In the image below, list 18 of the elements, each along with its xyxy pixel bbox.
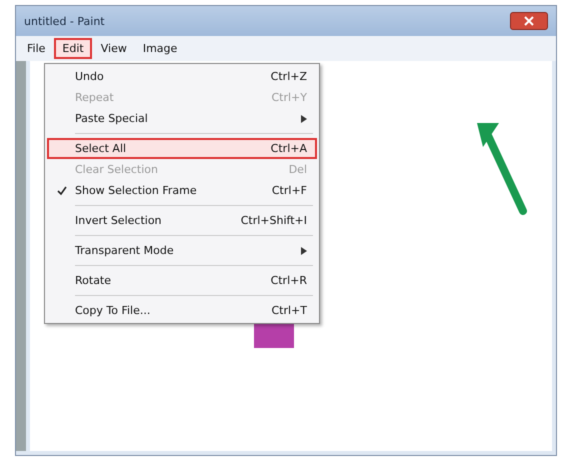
menu-title[interactable]: File — [20, 38, 52, 59]
close-icon — [524, 16, 534, 26]
submenu-arrow-icon — [301, 246, 307, 254]
menu-item[interactable]: Invert Selection Ctrl+Shift+I — [47, 210, 317, 231]
menu-item[interactable]: Rotate Ctrl+R — [47, 270, 317, 291]
menu-item[interactable]: Paste Special — [47, 108, 317, 129]
check-icon — [57, 186, 67, 196]
menu-item[interactable]: Undo Ctrl+Z — [47, 66, 317, 87]
menu-title[interactable]: View — [94, 38, 134, 59]
menu-item[interactable]: Copy To File... Ctrl+T — [47, 300, 317, 321]
menu-title[interactable]: Image — [136, 38, 184, 59]
close-button[interactable] — [510, 12, 548, 30]
menu-item[interactable]: Show Selection Frame Ctrl+F — [47, 180, 317, 201]
menu-title[interactable]: Edit — [54, 38, 92, 59]
menu-item[interactable]: Select All Ctrl+A — [47, 138, 317, 159]
submenu-arrow-icon — [301, 114, 307, 122]
menu-item[interactable]: Transparent Mode — [47, 240, 317, 261]
window-title: untitled - Paint — [24, 14, 105, 28]
